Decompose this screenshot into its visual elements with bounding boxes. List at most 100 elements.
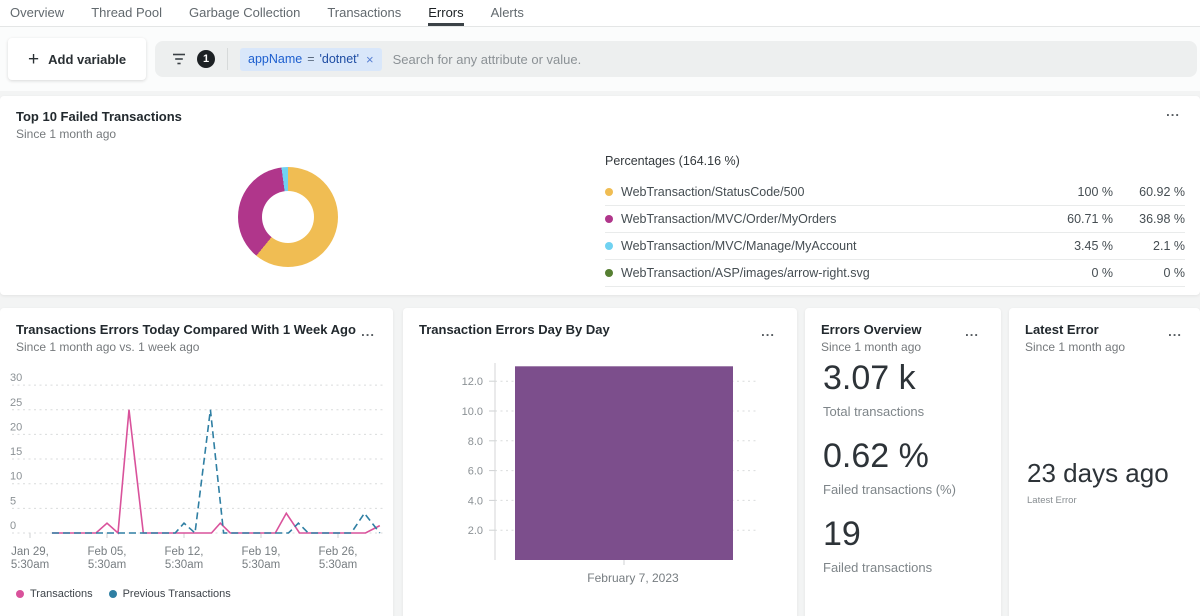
svg-text:20: 20 <box>10 421 22 433</box>
legend-pct-b: 60.92 % <box>1113 185 1185 199</box>
panel-top10-failed-transactions: Top 10 Failed Transactions Since 1 month… <box>0 96 1200 295</box>
legend-row[interactable]: WebTransaction/ASP/images/arrow-right.sv… <box>605 260 1185 287</box>
legend-pct-b: 36.98 % <box>1113 212 1185 226</box>
chip-field: appName <box>248 52 302 66</box>
panel-title: Errors Overview <box>821 322 921 337</box>
legend-item-previous-transactions[interactable]: Previous Transactions <box>109 588 231 600</box>
svg-text:8.0: 8.0 <box>468 436 483 448</box>
filter-icon <box>171 52 187 66</box>
stat-failed-pct-label: Failed transactions (%) <box>823 482 956 497</box>
svg-text:15: 15 <box>10 446 22 458</box>
donut-chart[interactable] <box>238 167 338 267</box>
search-placeholder[interactable]: Search for any attribute or value. <box>393 52 582 67</box>
legend-row[interactable]: WebTransaction/MVC/Order/MyOrders60.71 %… <box>605 206 1185 233</box>
tab-thread-pool[interactable]: Thread Pool <box>91 0 162 26</box>
filter-strip: + Add variable 1 appName = 'dotnet' × Se… <box>0 27 1200 91</box>
legend-item-label: Previous Transactions <box>123 588 231 600</box>
legend-name: WebTransaction/ASP/images/arrow-right.sv… <box>621 266 1041 280</box>
latest-error-label: Latest Error <box>1027 495 1169 506</box>
svg-text:4.0: 4.0 <box>468 495 483 507</box>
panel-menu-icon[interactable]: ... <box>761 324 775 339</box>
panel-title: Transaction Errors Day By Day <box>419 322 610 337</box>
svg-text:10: 10 <box>10 471 22 483</box>
chip-close-icon[interactable]: × <box>366 52 374 67</box>
panel-subtitle: Since 1 month ago vs. 1 week ago <box>16 340 356 354</box>
legend-row[interactable]: WebTransaction/StatusCode/500100 %60.92 … <box>605 179 1185 206</box>
dashboard: Overview Thread Pool Garbage Collection Tra… <box>0 0 1200 616</box>
legend-dot-icon <box>605 242 613 250</box>
latest-error-stat: 23 days ago Latest Error <box>1027 458 1169 506</box>
panel-menu-icon[interactable]: ... <box>1166 104 1180 119</box>
panel-transaction-errors-day-by-day: Transaction Errors Day By Day ... 2.0 4.0… <box>403 308 797 616</box>
filter-count-badge: 1 <box>197 50 215 68</box>
svg-text:30: 30 <box>10 372 22 384</box>
stat-failed-pct-value: 0.62 % <box>823 436 956 476</box>
x-tick-label: Feb 05,5:30am <box>88 546 127 572</box>
svg-text:February 7, 2023: February 7, 2023 <box>587 571 679 585</box>
legend-pct-a: 0 % <box>1041 266 1113 280</box>
panel-latest-error: Latest Error Since 1 month ago ... 23 da… <box>1009 308 1200 616</box>
legend-dot-icon <box>605 215 613 223</box>
svg-text:25: 25 <box>10 397 22 409</box>
legend-dot-icon <box>109 590 117 598</box>
legend-dot-icon <box>16 590 24 598</box>
divider <box>227 48 228 70</box>
stat-total-transactions-value: 3.07 k <box>823 358 956 398</box>
panel-transactions-errors-compared: Transactions Errors Today Compared With … <box>0 308 393 616</box>
legend-pct-a: 3.45 % <box>1041 239 1113 253</box>
legend-dot-icon <box>605 188 613 196</box>
legend-name: WebTransaction/MVC/Order/MyOrders <box>621 212 1041 226</box>
legend-name: WebTransaction/StatusCode/500 <box>621 185 1041 199</box>
chip-value: 'dotnet' <box>320 52 360 66</box>
legend-item-label: Transactions <box>30 588 93 600</box>
tab-garbage-collection[interactable]: Garbage Collection <box>189 0 300 26</box>
x-tick-label: Feb 19,5:30am <box>242 546 281 572</box>
svg-text:2.0: 2.0 <box>468 525 483 537</box>
line-chart-svg[interactable]: 051015202530 <box>0 360 393 545</box>
legend-pct-b: 0 % <box>1113 266 1185 280</box>
stat-total-transactions-label: Total transactions <box>823 404 956 419</box>
legend-pct-b: 2.1 % <box>1113 239 1185 253</box>
legend-pct-a: 100 % <box>1041 185 1113 199</box>
billboard-stats: 3.07 k Total transactions 0.62 % Failed … <box>823 358 956 592</box>
filter-search-bar[interactable]: 1 appName = 'dotnet' × Search for any at… <box>155 41 1197 77</box>
panel-title: Latest Error <box>1025 322 1125 337</box>
tab-alerts[interactable]: Alerts <box>491 0 524 26</box>
add-variable-button[interactable]: + Add variable <box>8 38 146 80</box>
x-tick-label: Feb 26,5:30am <box>319 546 358 572</box>
x-tick-label: Jan 29,5:30am <box>11 546 49 572</box>
add-variable-label: Add variable <box>48 52 126 67</box>
line-legend: Transactions Previous Transactions <box>16 588 231 600</box>
x-tick-label: Feb 12,5:30am <box>165 546 204 572</box>
panel-menu-icon[interactable]: ... <box>1168 324 1182 339</box>
panel-subtitle: Since 1 month ago <box>1025 340 1125 354</box>
tab-errors[interactable]: Errors <box>428 0 463 26</box>
panel-subtitle: Since 1 month ago <box>16 127 182 141</box>
svg-text:0: 0 <box>10 520 16 532</box>
panel-subtitle: Since 1 month ago <box>821 340 921 354</box>
filter-chip-appname[interactable]: appName = 'dotnet' × <box>240 48 382 71</box>
panel-menu-icon[interactable]: ... <box>361 324 375 339</box>
panel-title: Transactions Errors Today Compared With … <box>16 322 356 337</box>
latest-error-value: 23 days ago <box>1027 458 1169 489</box>
bar-chart-svg[interactable]: 2.0 4.0 6.0 8.0 10.0 12.0 February 7, 2023 <box>403 358 797 598</box>
svg-text:6.0: 6.0 <box>468 466 483 478</box>
svg-text:10.0: 10.0 <box>462 406 483 418</box>
panel-title: Top 10 Failed Transactions <box>16 109 182 124</box>
legend-dot-icon <box>605 269 613 277</box>
panel-menu-icon[interactable]: ... <box>965 324 979 339</box>
legend-row[interactable]: WebTransaction/MVC/Manage/MyAccount3.45 … <box>605 233 1185 260</box>
pie-legend-rows: WebTransaction/StatusCode/500100 %60.92 … <box>605 179 1185 287</box>
stat-failed-count-value: 19 <box>823 514 956 554</box>
stat-failed-count-label: Failed transactions <box>823 560 956 575</box>
svg-text:12.0: 12.0 <box>462 376 483 388</box>
plus-icon: + <box>28 50 39 69</box>
legend-pct-a: 60.71 % <box>1041 212 1113 226</box>
tab-overview[interactable]: Overview <box>10 0 64 26</box>
tab-bar: Overview Thread Pool Garbage Collection Tra… <box>0 0 1200 27</box>
panel-errors-overview: Errors Overview Since 1 month ago ... 3.… <box>805 308 1001 616</box>
tab-transactions[interactable]: Transactions <box>327 0 401 26</box>
legend-item-transactions[interactable]: Transactions <box>16 588 93 600</box>
line-x-labels: Jan 29,5:30am Feb 05,5:30am Feb 12,5:30am F… <box>0 546 393 576</box>
chip-operator: = <box>307 52 314 66</box>
